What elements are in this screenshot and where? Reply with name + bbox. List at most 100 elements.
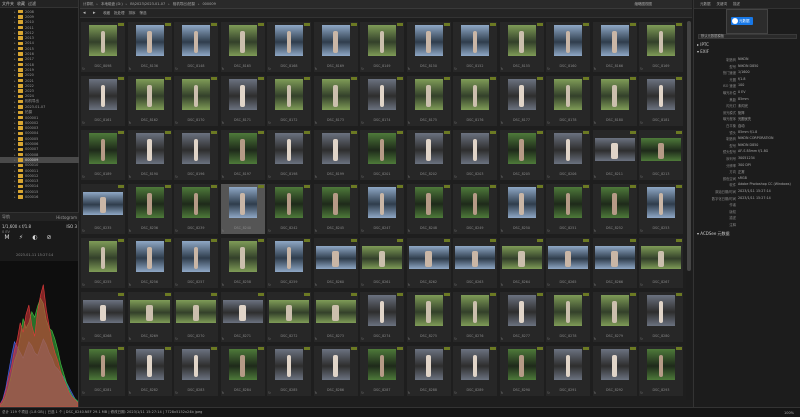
- thumbnail-item[interactable]: ↻ DSC_8245: [313, 184, 358, 234]
- thumbnail-item[interactable]: ↻ DSC_8235: [81, 184, 125, 234]
- thumbnail-item[interactable]: ↻ DSC_8161: [81, 76, 125, 126]
- thumbnail-item[interactable]: ↻ DSC_8280: [639, 292, 683, 342]
- expand-icon[interactable]: ▸: [14, 84, 17, 88]
- thumbnail-item[interactable]: ↻ DSC_8211: [592, 130, 637, 180]
- thumbnail-item[interactable]: ↻ DSC_8169: [639, 22, 683, 72]
- expand-icon[interactable]: ▸: [14, 105, 17, 109]
- metadata-row[interactable]: 镜头型号 AF-S 85mm f/1.8G: [694, 149, 800, 155]
- metadata-row[interactable]: 方向 正常: [694, 169, 800, 175]
- thumbnail-item[interactable]: ↻ DSC_8290: [499, 346, 544, 396]
- expand-icon[interactable]: ▸: [14, 31, 17, 35]
- expand-icon[interactable]: ▸: [14, 100, 17, 104]
- thumbnail-item[interactable]: ↻ DSC_8248: [406, 184, 451, 234]
- thumbnail-item[interactable]: ↻ DSC_8261: [360, 238, 404, 288]
- thumbnail-item[interactable]: ↻ DSC_8282: [127, 346, 172, 396]
- tab-folders[interactable]: 文件夹: [2, 1, 14, 7]
- thumbnail-item[interactable]: ↻ DSC_8251: [546, 184, 590, 234]
- metadata-row[interactable]: 闪光灯 未闪光: [694, 103, 800, 109]
- metadata-row[interactable]: ISO 速度 100: [694, 83, 800, 89]
- scrollbar-thumb[interactable]: [687, 21, 691, 271]
- back-icon[interactable]: ◂: [83, 10, 89, 16]
- expand-icon[interactable]: ▸: [14, 147, 17, 151]
- metadata-row[interactable]: 原始日期/时间 2023/1/11 15:27:14: [694, 189, 800, 195]
- metadata-row[interactable]: 型号 NIKON D850: [694, 143, 800, 149]
- thumbnail-item[interactable]: ↻ DSC_8169: [313, 22, 358, 72]
- thumbnail-grid[interactable]: ↻ DSC_8098 ↻ DSC_8136 ↻ DSC_8148 ↻ DSC_8165 ↻ DSC…: [81, 19, 686, 400]
- expand-icon[interactable]: ▸: [14, 20, 17, 24]
- expand-icon[interactable]: ▸: [14, 52, 17, 56]
- folder-tree[interactable]: ▸ 2008 ▸ 2009 ▸ 2010 ▸ 2011 ▸ 2012 ▸ 2013 ▸ 2014 ▸ 2015…: [0, 9, 79, 201]
- thumbnail-item[interactable]: ↻ DSC_8252: [592, 184, 637, 234]
- metadata-row[interactable]: 焦距 85mm: [694, 97, 800, 103]
- grid-scrollbar[interactable]: [686, 19, 692, 400]
- expand-icon[interactable]: ▸: [14, 184, 17, 188]
- thumbnail-item[interactable]: ↻ DSC_8149: [360, 22, 404, 72]
- metadata-row[interactable]: 光圈 f/1.8: [694, 77, 800, 83]
- metadata-row[interactable]: 制造商 NIKON: [694, 57, 800, 63]
- thumbnail-item[interactable]: ↻ DSC_8250: [499, 184, 544, 234]
- metadata-row[interactable]: 快门速度 1/1600: [694, 70, 800, 76]
- expand-icon[interactable]: ▸: [14, 195, 17, 199]
- thumbnail-item[interactable]: ↻ DSC_8267: [639, 238, 683, 288]
- thumbnail-item[interactable]: ↻ DSC_8150: [406, 22, 451, 72]
- metadata-row[interactable]: 颜色空间 sRGB: [694, 176, 800, 182]
- expand-icon[interactable]: ▸: [14, 89, 17, 93]
- metadata-row[interactable]: 版权: [694, 209, 800, 215]
- metadata-row[interactable]: 软件 Adobe Photoshop CC (Windows): [694, 182, 800, 188]
- metadata-row[interactable]: 白平衡 自动: [694, 123, 800, 129]
- thumbnail-item[interactable]: ↻ DSC_8197: [220, 130, 265, 180]
- thumbnail-item[interactable]: ↻ DSC_8152: [453, 22, 497, 72]
- thumbnail-item[interactable]: ↻ DSC_8173: [313, 76, 358, 126]
- thumbnail-item[interactable]: ↻ DSC_8240: [220, 184, 265, 234]
- thumbnail-item[interactable]: ↻ DSC_8281: [81, 346, 125, 396]
- expand-icon[interactable]: ▸: [14, 36, 17, 40]
- expand-icon[interactable]: ▸: [14, 63, 17, 67]
- thumbnail-item[interactable]: ↻ DSC_8260: [313, 238, 358, 288]
- thumbnail-item[interactable]: ↻ DSC_8263: [453, 238, 497, 288]
- thumbnail-item[interactable]: ↻ DSC_8239: [174, 184, 218, 234]
- thumbnail-item[interactable]: ↻ DSC_8273: [313, 292, 358, 342]
- thumbnail-item[interactable]: ↻ DSC_8271: [220, 292, 265, 342]
- thumbnail-item[interactable]: ↻ DSC_8198: [267, 130, 311, 180]
- address-bar[interactable]: 计算机 ▸ 本地磁盘 (D:) ▸ Bi\2023\2023-01-07 ▸ 相…: [80, 0, 692, 9]
- thumbnail-item[interactable]: ↻ DSC_8177: [499, 76, 544, 126]
- exif-section-header[interactable]: ▾ EXIF: [697, 49, 709, 54]
- expand-icon[interactable]: ▸: [14, 179, 17, 183]
- expand-icon[interactable]: ▸: [14, 26, 17, 30]
- expand-icon[interactable]: ▸: [14, 126, 17, 130]
- thumbnail-item[interactable]: ↻ DSC_8249: [453, 184, 497, 234]
- thumbnail-item[interactable]: ↻ DSC_8168: [267, 22, 311, 72]
- thumbnail-item[interactable]: ↻ DSC_8189: [81, 130, 125, 180]
- metadata-row[interactable]: 数字化日期/时间 2023/1/11 15:27:14: [694, 196, 800, 202]
- expand-icon[interactable]: ▸: [14, 73, 17, 77]
- thumbnail-item[interactable]: ↻ DSC_8275: [406, 292, 451, 342]
- thumbnail-item[interactable]: ↻ DSC_8287: [360, 346, 404, 396]
- flash-icon[interactable]: ⚡: [18, 235, 24, 241]
- expand-icon[interactable]: ▸: [14, 142, 17, 146]
- toolbar-sort[interactable]: 排序: [129, 11, 136, 16]
- thumbnail-item[interactable]: ↻ DSC_8171: [220, 76, 265, 126]
- expand-icon[interactable]: ▸: [14, 131, 17, 135]
- thumbnail-item[interactable]: ↻ DSC_8292: [592, 346, 637, 396]
- metadata-row[interactable]: 作者: [694, 202, 800, 208]
- thumbnail-item[interactable]: ↻ DSC_8279: [592, 292, 637, 342]
- thumbnail-item[interactable]: ↻ DSC_8285: [267, 346, 311, 396]
- expand-icon[interactable]: ▸: [14, 169, 17, 173]
- thumbnail-item[interactable]: ↻ DSC_8265: [546, 238, 590, 288]
- thumbnail-item[interactable]: ↻ DSC_8293: [639, 346, 683, 396]
- forward-icon[interactable]: ▸: [93, 10, 99, 16]
- expand-icon[interactable]: ▸: [14, 41, 17, 45]
- metadata-row[interactable]: 型号 NIKON D850: [694, 64, 800, 70]
- thumbnail-item[interactable]: ↻ DSC_8190: [127, 130, 172, 180]
- thumbnail-item[interactable]: ↻ DSC_8291: [546, 346, 590, 396]
- thumbnail-item[interactable]: ↻ DSC_8274: [360, 292, 404, 342]
- metadata-row[interactable]: 镜头 85mm f/1.8: [694, 130, 800, 136]
- thumbnail-item[interactable]: ↻ DSC_8136: [127, 22, 172, 72]
- expand-icon[interactable]: ▸: [14, 190, 17, 194]
- metadata-row[interactable]: 曝光补偿 0 EV: [694, 90, 800, 96]
- thumbnail-item[interactable]: ↻ DSC_8178: [546, 76, 590, 126]
- expand-icon[interactable]: ▸: [14, 47, 17, 51]
- metadata-row[interactable]: 分辨率 300 DPI: [694, 163, 800, 169]
- breadcrumb-current[interactable]: 000009: [202, 2, 215, 6]
- thumbnail-item[interactable]: ↻ DSC_8199: [313, 130, 358, 180]
